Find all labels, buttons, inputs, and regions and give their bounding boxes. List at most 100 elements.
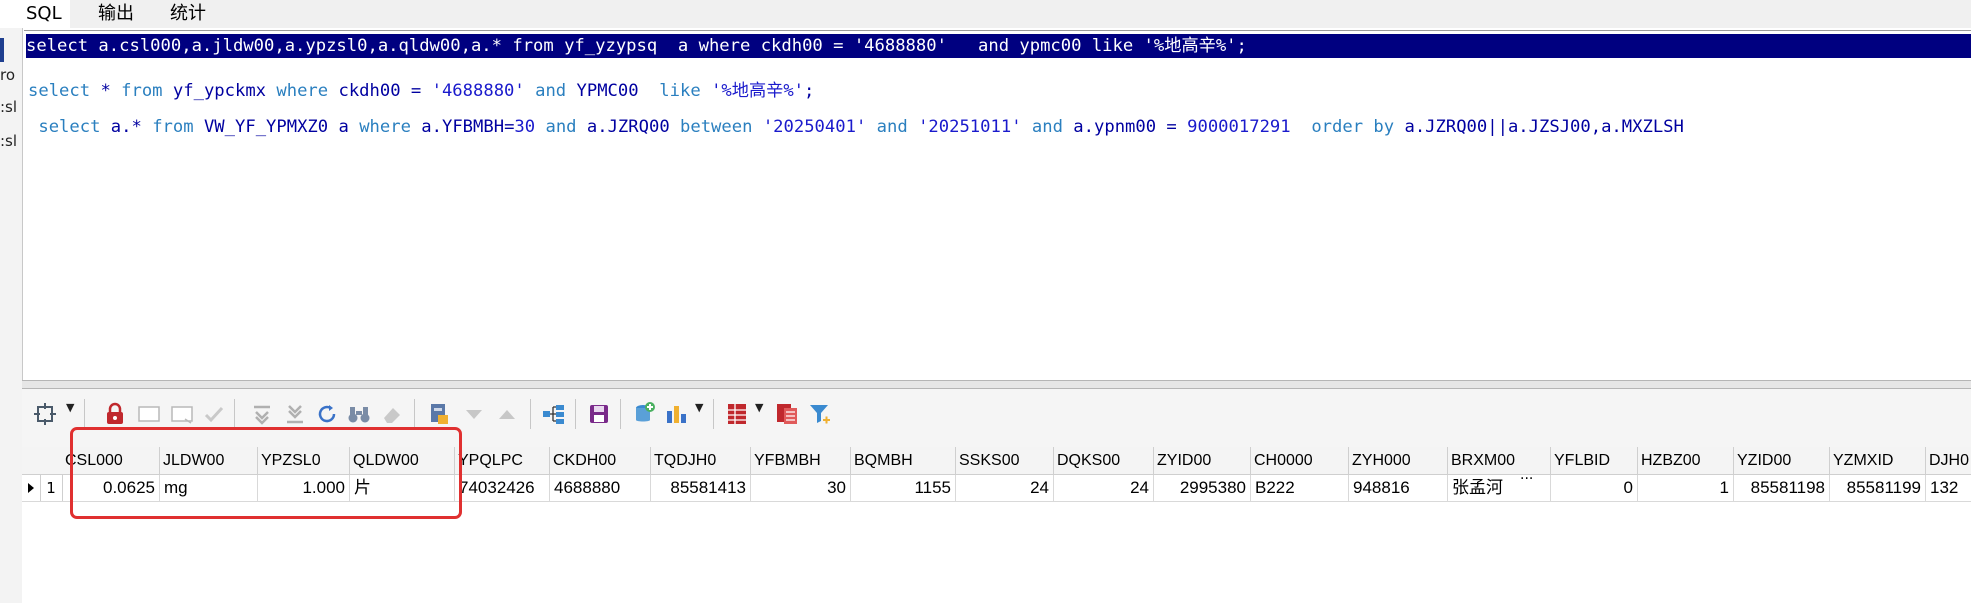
export-icon[interactable] bbox=[424, 399, 454, 429]
table-icon[interactable] bbox=[722, 399, 752, 429]
filter-select-icon[interactable] bbox=[30, 399, 60, 429]
chevron-down-icon[interactable]: ▼ bbox=[755, 401, 763, 414]
table-cell[interactable]: 片 bbox=[350, 475, 455, 501]
tab-statistics[interactable]: 统计 bbox=[170, 0, 206, 28]
pane-splitter[interactable] bbox=[22, 380, 1971, 389]
grid-header-row: CSL000 JLDW00 YPZSL0 QLDW00 YPQLPC CKDH00 TQDJ… bbox=[22, 447, 1971, 475]
string-literal: '20251011' bbox=[918, 117, 1022, 137]
column-header[interactable]: YFBMBH bbox=[751, 447, 851, 474]
funnel-icon[interactable] bbox=[805, 399, 835, 429]
sql-line-3[interactable]: select a.* from VW_YF_YPMXZ0 a where a.Y… bbox=[28, 115, 1684, 139]
table-cell[interactable]: B222 bbox=[1251, 475, 1349, 501]
table-cell[interactable]: mg bbox=[160, 475, 258, 501]
move-first-icon[interactable] bbox=[247, 399, 277, 429]
toolbar-separator bbox=[713, 399, 714, 429]
result-panel: ▼ ▼ ▼ CSL000 JLDW00 YPZSL0 QLDW00 YPQLPC… bbox=[22, 389, 1971, 603]
column-header[interactable]: CSL000 bbox=[62, 447, 160, 474]
binoculars-icon[interactable] bbox=[344, 399, 374, 429]
table-cell[interactable]: 132 bbox=[1926, 475, 1971, 501]
column-header[interactable]: JLDW00 bbox=[160, 447, 258, 474]
sql-token: yf_ypckmx bbox=[162, 81, 277, 101]
report-icon[interactable] bbox=[772, 399, 802, 429]
row-indicator[interactable] bbox=[22, 475, 41, 501]
database-add-icon[interactable] bbox=[629, 399, 659, 429]
column-header[interactable]: CH0000 bbox=[1251, 447, 1349, 474]
table-cell[interactable]: 85581413 bbox=[651, 475, 751, 501]
toolbar-separator bbox=[84, 399, 85, 429]
column-header[interactable]: SSKS00 bbox=[956, 447, 1054, 474]
gutter-fragment: :sl bbox=[0, 98, 18, 116]
bar-chart-icon[interactable] bbox=[662, 399, 692, 429]
tab-output[interactable]: 输出 bbox=[98, 0, 134, 28]
column-header[interactable]: YZID00 bbox=[1734, 447, 1830, 474]
column-header[interactable]: ZYH000 bbox=[1349, 447, 1448, 474]
keyword: and bbox=[535, 81, 567, 101]
table-cell[interactable]: 2995380 bbox=[1154, 475, 1251, 501]
column-header[interactable]: TQDJH0 bbox=[651, 447, 751, 474]
column-header-label: QLDW00 bbox=[353, 452, 419, 469]
keyword: from bbox=[152, 117, 194, 137]
column-header[interactable]: YZMXID bbox=[1830, 447, 1926, 474]
string-literal: '%地高辛%' bbox=[711, 81, 805, 101]
toolbar-separator bbox=[414, 399, 415, 429]
keyword: like bbox=[659, 81, 701, 101]
table-cell[interactable]: 30 bbox=[751, 475, 851, 501]
table-cell[interactable]: 0.0625 bbox=[62, 475, 160, 501]
save-icon[interactable] bbox=[584, 399, 614, 429]
table-cell[interactable]: 0 bbox=[1551, 475, 1638, 501]
column-header[interactable]: BQMBH bbox=[851, 447, 956, 474]
table-row[interactable]: 1 0.0625 mg 1.000 片 74032426 4688880 85581413 3… bbox=[22, 471, 1971, 502]
tab-sql[interactable]: SQL bbox=[0, 0, 70, 28]
eraser-icon[interactable] bbox=[377, 399, 407, 429]
sort-desc-icon[interactable] bbox=[459, 399, 489, 429]
table-cell[interactable]: 85581198 bbox=[1734, 475, 1830, 501]
column-header-label: CH0000 bbox=[1254, 452, 1313, 469]
column-header[interactable]: YPZSL0 bbox=[258, 447, 350, 474]
tab-strip: SQL 输出 统计 bbox=[0, 0, 1971, 28]
table-cell[interactable]: 1.000 bbox=[258, 475, 350, 501]
column-header[interactable]: QLDW00 bbox=[350, 447, 455, 474]
sort-asc-icon[interactable] bbox=[492, 399, 522, 429]
delete-row-icon[interactable] bbox=[167, 399, 197, 429]
column-header[interactable]: CKDH00 bbox=[550, 447, 651, 474]
sql-editor[interactable]: select a.csl000,a.jldw00,a.ypzsl0,a.qldw… bbox=[24, 30, 1971, 381]
column-header[interactable]: YPQLPC bbox=[455, 447, 550, 474]
sql-token: a.ypnm00 = bbox=[1062, 117, 1188, 137]
column-header[interactable]: ZYID00 bbox=[1154, 447, 1251, 474]
move-last-icon[interactable] bbox=[280, 399, 310, 429]
table-cell[interactable]: 85581199 bbox=[1830, 475, 1926, 501]
table-cell[interactable]: 4688880 bbox=[550, 475, 651, 501]
table-cell[interactable]: 948816 bbox=[1349, 475, 1448, 501]
tree-icon[interactable] bbox=[539, 399, 569, 429]
table-cell[interactable]: 74032426 bbox=[455, 475, 550, 501]
table-cell[interactable]: 1 bbox=[1638, 475, 1734, 501]
sql-line-2[interactable]: select * from yf_ypckmx where ckdh00 = '… bbox=[28, 79, 814, 103]
column-header[interactable]: HZBZ00 bbox=[1638, 447, 1734, 474]
confirm-icon[interactable] bbox=[199, 399, 229, 429]
keyword: select bbox=[38, 117, 101, 137]
table-cell[interactable]: 24 bbox=[956, 475, 1054, 501]
table-cell[interactable]: 张孟河 bbox=[1448, 475, 1551, 501]
chevron-down-icon[interactable]: ▼ bbox=[66, 401, 74, 414]
table-cell[interactable]: 24 bbox=[1054, 475, 1154, 501]
column-header[interactable]: BRXM00 bbox=[1448, 447, 1551, 474]
column-header[interactable]: DJH0 bbox=[1926, 447, 1971, 474]
lock-icon[interactable] bbox=[100, 399, 130, 429]
column-header-label: JLDW00 bbox=[163, 452, 225, 469]
column-header[interactable]: YFLBID bbox=[1551, 447, 1638, 474]
cell-ellipsis-button[interactable]: ··· bbox=[1520, 471, 1533, 487]
column-header-label: HZBZ00 bbox=[1641, 452, 1701, 469]
refresh-icon[interactable] bbox=[312, 399, 342, 429]
sql-line-1[interactable]: select a.csl000,a.jldw00,a.ypzsl0,a.qldw… bbox=[26, 34, 1971, 58]
column-header-label: YPZSL0 bbox=[261, 452, 321, 469]
row-pointer-icon bbox=[28, 483, 34, 493]
sql-token: a.JZRQ00||a.JZSJ00,a.MXZLSH bbox=[1394, 117, 1684, 137]
column-header[interactable]: DQKS00 bbox=[1054, 447, 1154, 474]
insert-row-icon[interactable] bbox=[134, 399, 164, 429]
table-cell[interactable]: 1155 bbox=[851, 475, 956, 501]
result-grid[interactable]: CSL000 JLDW00 YPZSL0 QLDW00 YPQLPC CKDH00 TQDJ… bbox=[22, 447, 1971, 603]
chevron-down-icon[interactable]: ▼ bbox=[695, 401, 703, 414]
